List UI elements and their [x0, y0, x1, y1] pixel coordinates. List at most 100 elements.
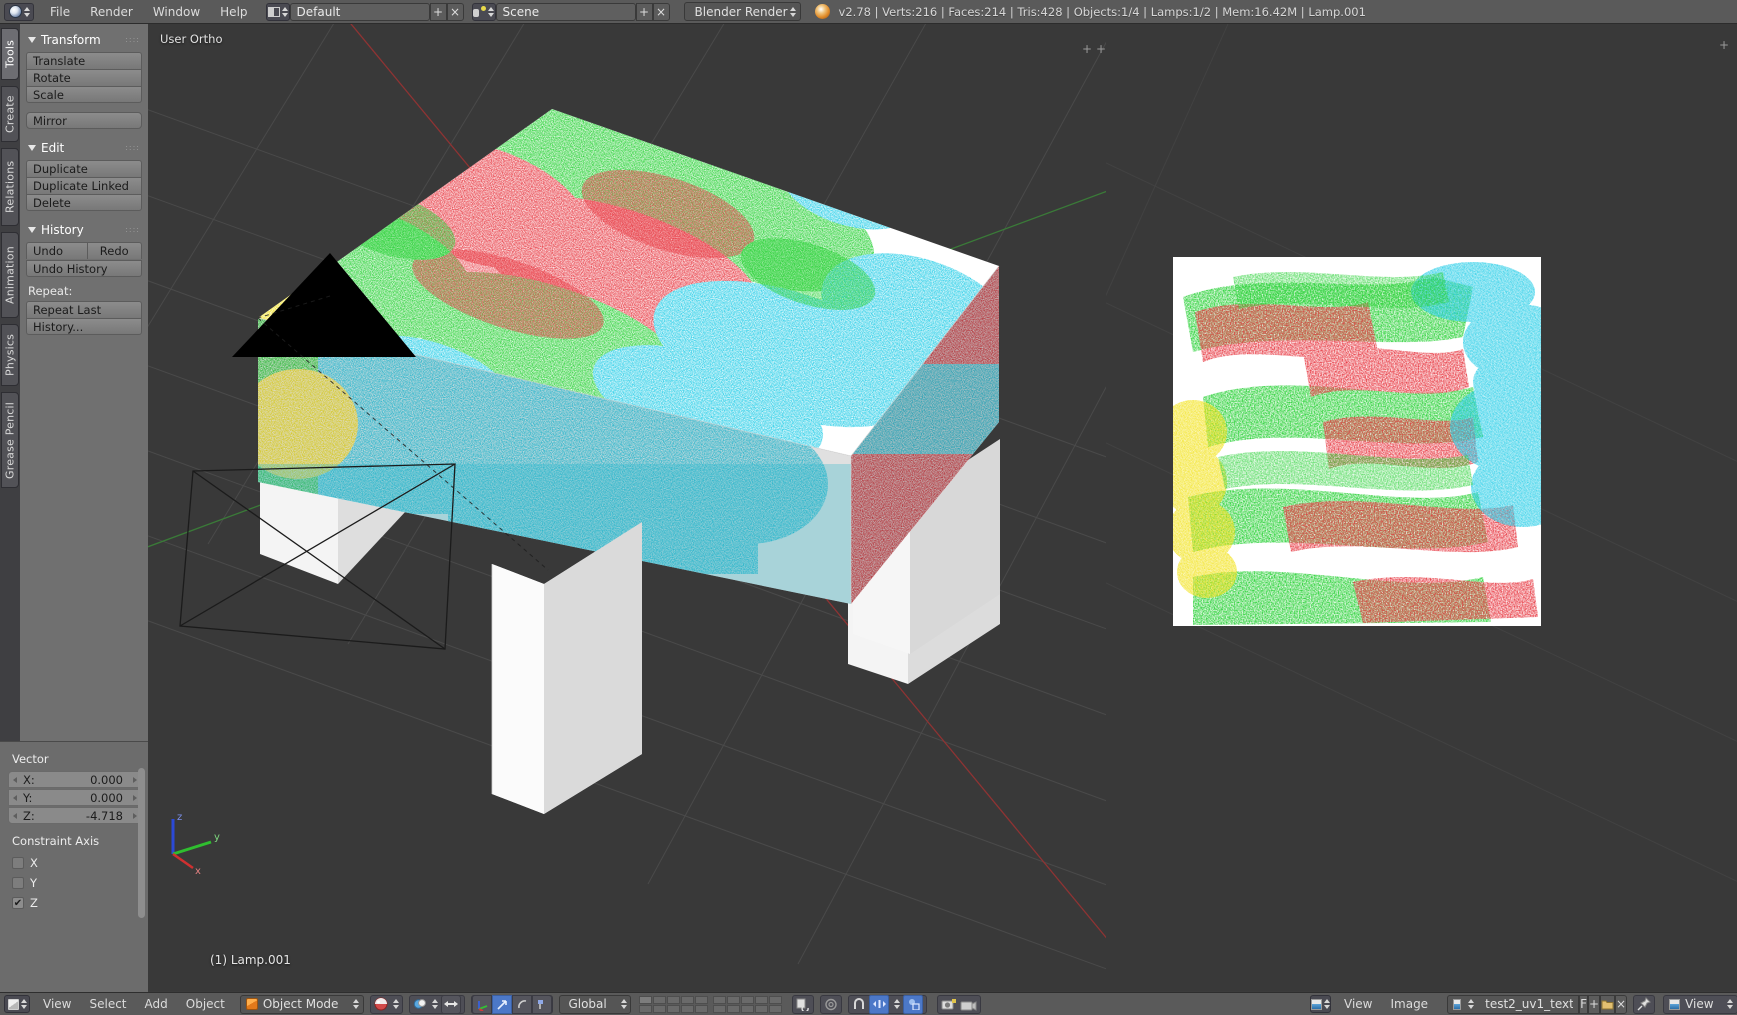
button-rotate[interactable]: Rotate — [26, 69, 142, 86]
layer-cell[interactable] — [639, 1004, 653, 1013]
manipulator-axis-icon-button[interactable] — [472, 994, 493, 1014]
viewport-3d[interactable]: z y x User Ortho (1) Lamp.001 + + — [148, 24, 1106, 991]
uv-editor-type-icon[interactable] — [1310, 995, 1331, 1013]
layer-cell[interactable] — [741, 1004, 755, 1013]
scene-layers-widget[interactable] — [639, 995, 783, 1013]
vector-z-field[interactable]: Z: -4.718 — [8, 807, 142, 824]
pin-image-button[interactable] — [1633, 994, 1656, 1014]
layer-cell[interactable] — [727, 995, 741, 1004]
button-delete[interactable]: Delete — [26, 194, 142, 211]
open-image-button[interactable] — [1600, 994, 1616, 1014]
delete-scene-button[interactable]: × — [652, 2, 670, 21]
decrement-arrow-icon[interactable] — [13, 794, 17, 801]
layer-cell[interactable] — [667, 1004, 681, 1013]
decrement-arrow-icon[interactable] — [13, 812, 17, 819]
layer-cell[interactable] — [695, 995, 709, 1004]
vector-y-field[interactable]: Y: 0.000 — [8, 789, 142, 806]
viewport-properties-plus-icon[interactable]: + — [1096, 42, 1106, 56]
checkbox-axis-x[interactable] — [12, 857, 24, 869]
layer-cell[interactable] — [741, 995, 755, 1004]
layer-cell[interactable] — [653, 995, 667, 1004]
layer-cell[interactable] — [653, 1004, 667, 1013]
button-history-dots[interactable]: History... — [26, 318, 142, 335]
button-duplicate[interactable]: Duplicate — [26, 160, 142, 177]
layer-cell[interactable] — [769, 995, 783, 1004]
menu-window[interactable]: Window — [143, 0, 210, 24]
editor-type-icon[interactable] — [4, 995, 30, 1013]
manipulator-translate-button[interactable] — [492, 994, 513, 1014]
layer-cell[interactable] — [713, 1004, 727, 1013]
texture-solid-toggle[interactable] — [820, 994, 843, 1014]
screen-layout-icon[interactable] — [265, 2, 290, 21]
layer-cell[interactable] — [755, 1004, 769, 1013]
screen-layout-field[interactable]: Default — [289, 2, 430, 21]
sidebar-tab-physics[interactable]: Physics — [1, 324, 19, 386]
layer-cell[interactable] — [667, 995, 681, 1004]
decrement-arrow-icon[interactable] — [13, 776, 17, 783]
viewport-menu-select[interactable]: Select — [80, 993, 135, 1015]
checkbox-axis-z[interactable]: ✔ — [12, 897, 24, 909]
uv-region-plus-icon[interactable]: + — [1719, 38, 1729, 52]
button-undo[interactable]: Undo — [26, 242, 87, 259]
image-datablock-field[interactable]: test2_uv1_texture.p... — [1447, 994, 1580, 1014]
uv-view-mode-dropdown[interactable]: View — [1663, 994, 1737, 1014]
layer-cell[interactable] — [755, 995, 769, 1004]
blender-menu-button[interactable] — [4, 2, 34, 21]
vector-x-field[interactable]: X: 0.000 — [8, 771, 142, 788]
manipulator-toggle-button[interactable] — [441, 994, 462, 1014]
layer-cell[interactable] — [727, 1004, 741, 1013]
increment-arrow-icon[interactable] — [133, 812, 137, 819]
uv-menu-image[interactable]: Image — [1381, 993, 1437, 1015]
layer-cell[interactable] — [639, 995, 653, 1004]
interaction-mode-dropdown[interactable]: Object Mode — [239, 994, 365, 1014]
uv-menu-view[interactable]: View — [1335, 993, 1381, 1015]
viewport-region-overlap-plus-icon[interactable]: + — [1082, 42, 1092, 56]
operator-panel-scrollbar[interactable] — [138, 768, 145, 918]
pivot-point-dropdown[interactable] — [409, 994, 466, 1014]
constraint-axis-y-row[interactable]: Y — [8, 873, 142, 893]
render-buttons-group[interactable] — [937, 994, 982, 1014]
button-scale[interactable]: Scale — [26, 86, 142, 103]
sidebar-tab-create[interactable]: Create — [1, 86, 19, 142]
menu-file[interactable]: File — [40, 0, 80, 24]
sidebar-tab-animation[interactable]: Animation — [1, 232, 19, 318]
layer-cell[interactable] — [681, 1004, 695, 1013]
button-mirror[interactable]: Mirror — [26, 112, 142, 129]
panel-header-history[interactable]: History :::: — [26, 220, 142, 242]
viewport-menu-view[interactable]: View — [34, 993, 80, 1015]
panel-header-transform[interactable]: Transform :::: — [26, 30, 142, 52]
viewport-menu-object[interactable]: Object — [177, 993, 234, 1015]
uv-image-editor[interactable]: + — [1106, 24, 1737, 991]
sidebar-tab-tools[interactable]: Tools — [1, 28, 19, 80]
scene-icon[interactable] — [471, 2, 496, 21]
new-image-button[interactable]: + — [1587, 994, 1601, 1014]
checkbox-axis-y[interactable] — [12, 877, 24, 889]
button-undo-history[interactable]: Undo History — [26, 260, 142, 277]
sidebar-tab-grease-pencil[interactable]: Grease Pencil — [1, 392, 19, 488]
button-redo[interactable]: Redo — [86, 242, 142, 259]
menu-help[interactable]: Help — [210, 0, 257, 24]
snap-target-button[interactable] — [903, 994, 924, 1014]
proportional-edit-button[interactable] — [869, 994, 890, 1014]
button-duplicate-linked[interactable]: Duplicate Linked — [26, 177, 142, 194]
layer-block-left[interactable] — [639, 995, 709, 1013]
layer-block-right[interactable] — [713, 995, 783, 1013]
increment-arrow-icon[interactable] — [133, 776, 137, 783]
scene-name-field[interactable]: Scene — [495, 2, 636, 21]
menu-render[interactable]: Render — [80, 0, 143, 24]
snap-settings-group[interactable] — [848, 994, 928, 1014]
unlink-image-button[interactable]: × — [1615, 994, 1628, 1014]
transform-orientation-dropdown[interactable]: Global — [559, 994, 632, 1014]
new-scene-button[interactable]: + — [635, 2, 653, 21]
layer-cell[interactable] — [713, 995, 727, 1004]
lock-camera-button[interactable] — [792, 994, 815, 1014]
layer-cell[interactable] — [695, 1004, 709, 1013]
layer-cell[interactable] — [769, 1004, 783, 1013]
button-repeat-last[interactable]: Repeat Last — [26, 301, 142, 318]
constraint-axis-x-row[interactable]: X — [8, 853, 142, 873]
fake-user-button[interactable]: F — [1579, 994, 1588, 1014]
panel-header-edit[interactable]: Edit :::: — [26, 138, 142, 160]
new-screen-button[interactable]: + — [429, 2, 447, 21]
increment-arrow-icon[interactable] — [133, 794, 137, 801]
delete-screen-button[interactable]: × — [446, 2, 464, 21]
